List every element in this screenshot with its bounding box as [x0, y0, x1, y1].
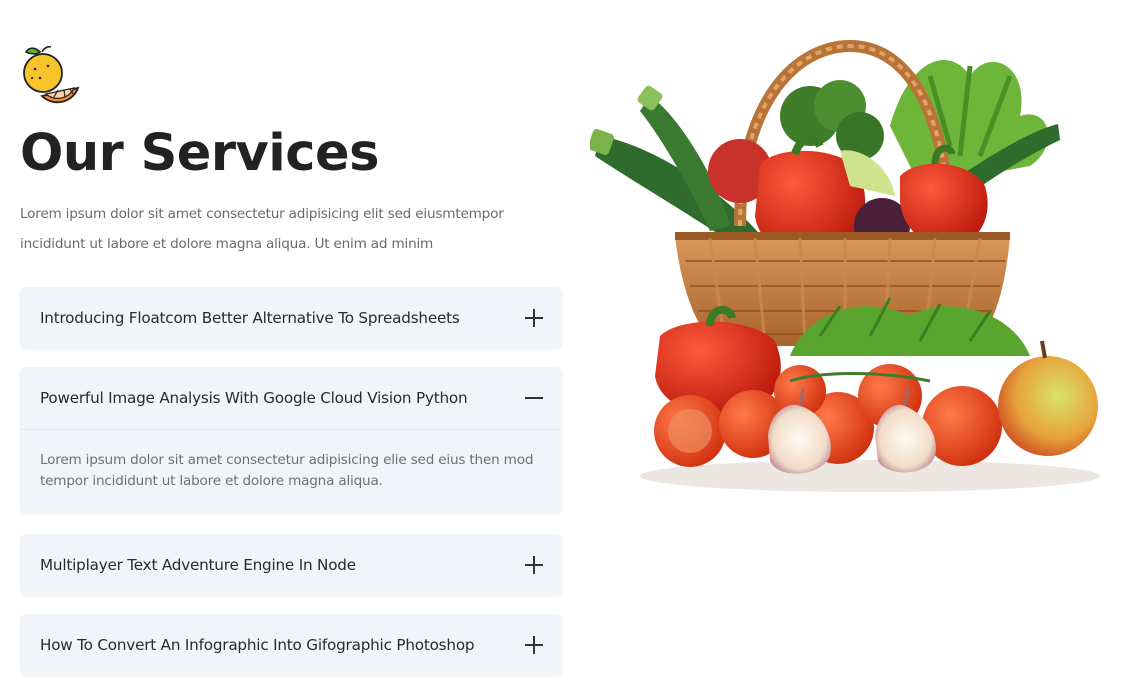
section-intro: Lorem ipsum dolor sit amet consectetur a…	[20, 206, 504, 252]
section-title: Our Services	[20, 124, 379, 183]
faq-header[interactable]: Multiplayer Text Adventure Engine In Nod…	[20, 534, 562, 596]
faq-question: Introducing Floatcom Better Alternative …	[40, 309, 460, 327]
faq-question: Multiplayer Text Adventure Engine In Nod…	[40, 556, 356, 574]
faq-item-expanded: Powerful Image Analysis With Google Clou…	[20, 367, 562, 514]
faq-header[interactable]: Introducing Floatcom Better Alternative …	[20, 287, 562, 349]
plus-icon[interactable]	[524, 308, 544, 328]
plus-icon[interactable]	[524, 635, 544, 655]
faq-item: How To Convert An Infographic Into Gifog…	[20, 614, 562, 676]
faq-item: Multiplayer Text Adventure Engine In Nod…	[20, 534, 562, 596]
faq-question: Powerful Image Analysis With Google Clou…	[40, 389, 468, 407]
plus-icon[interactable]	[524, 555, 544, 575]
faq-item: Introducing Floatcom Better Alternative …	[20, 287, 562, 349]
faq-question: How To Convert An Infographic Into Gifog…	[40, 636, 475, 654]
vegetable-basket-image	[588, 36, 1110, 506]
faq-header[interactable]: Powerful Image Analysis With Google Clou…	[20, 367, 562, 429]
lemon-icon	[20, 44, 82, 106]
faq-answer-panel: Lorem ipsum dolor sit amet consectetur a…	[20, 429, 562, 514]
faq-header[interactable]: How To Convert An Infographic Into Gifog…	[20, 614, 562, 676]
faq-answer: Lorem ipsum dolor sit amet consectetur a…	[40, 452, 534, 489]
minus-icon[interactable]	[524, 388, 544, 408]
